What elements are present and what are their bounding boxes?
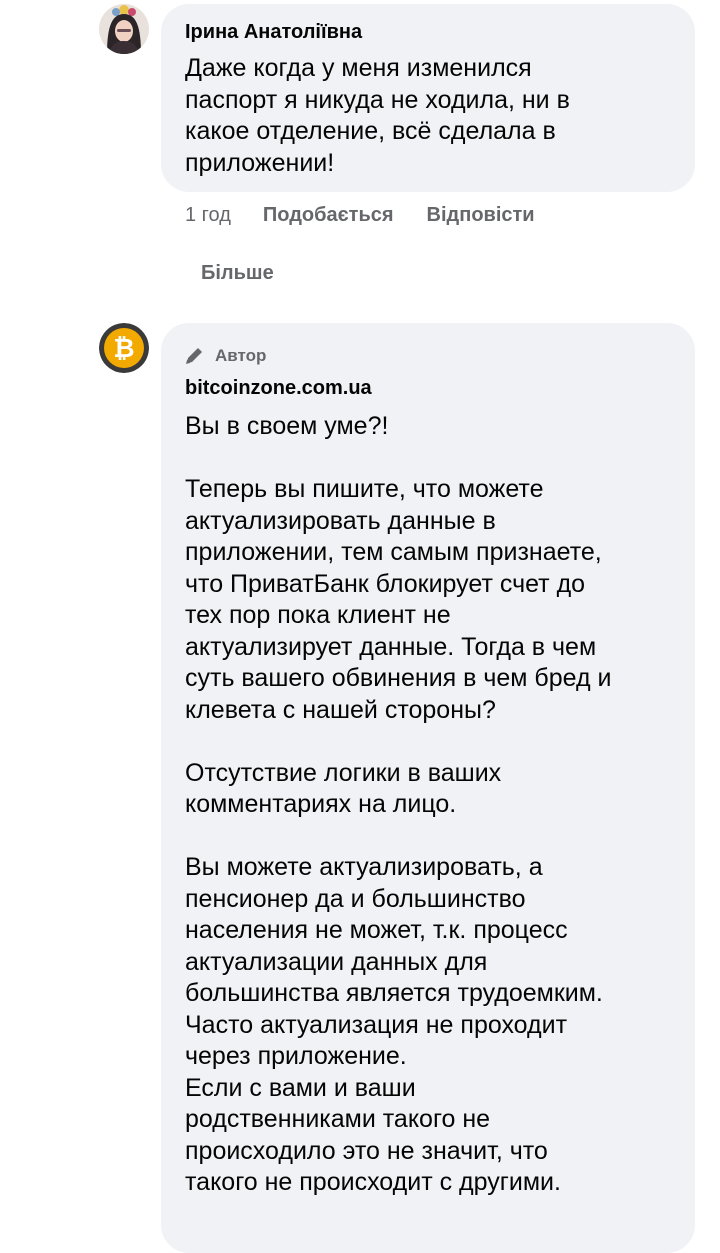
svg-text:₿: ₿ bbox=[113, 333, 134, 363]
author-badge-label: Автор bbox=[215, 346, 267, 365]
avatar[interactable] bbox=[99, 4, 149, 54]
comment-actions: 1 год Подобається Відповісти bbox=[185, 204, 535, 227]
pencil-icon bbox=[186, 348, 202, 364]
comment-author[interactable]: bitcoinzone.com.ua bbox=[185, 376, 671, 400]
bitcoin-icon: ₿ bbox=[99, 323, 149, 373]
comment-text: Даже когда у меня изменился паспорт я ни… bbox=[185, 54, 570, 177]
author-badge: Автор bbox=[185, 345, 671, 367]
reply-button[interactable]: Відповісти bbox=[427, 204, 535, 227]
like-button[interactable]: Подобається bbox=[263, 204, 394, 227]
comment-bubble: Ірина Анатоліївна Даже когда у меня изме… bbox=[161, 4, 695, 192]
comment-author[interactable]: Ірина Анатоліївна bbox=[185, 20, 671, 44]
more-replies-link[interactable]: Більше bbox=[201, 262, 274, 285]
avatar[interactable]: ₿ bbox=[99, 323, 149, 373]
comment-timestamp[interactable]: 1 год bbox=[185, 204, 231, 227]
user-photo-avatar-icon bbox=[99, 4, 149, 54]
comment-bubble: Автор bitcoinzone.com.ua Вы в своем уме?… bbox=[161, 323, 695, 1253]
comment-text: Вы в своем уме?! Теперь вы пишите, что м… bbox=[185, 412, 612, 1196]
